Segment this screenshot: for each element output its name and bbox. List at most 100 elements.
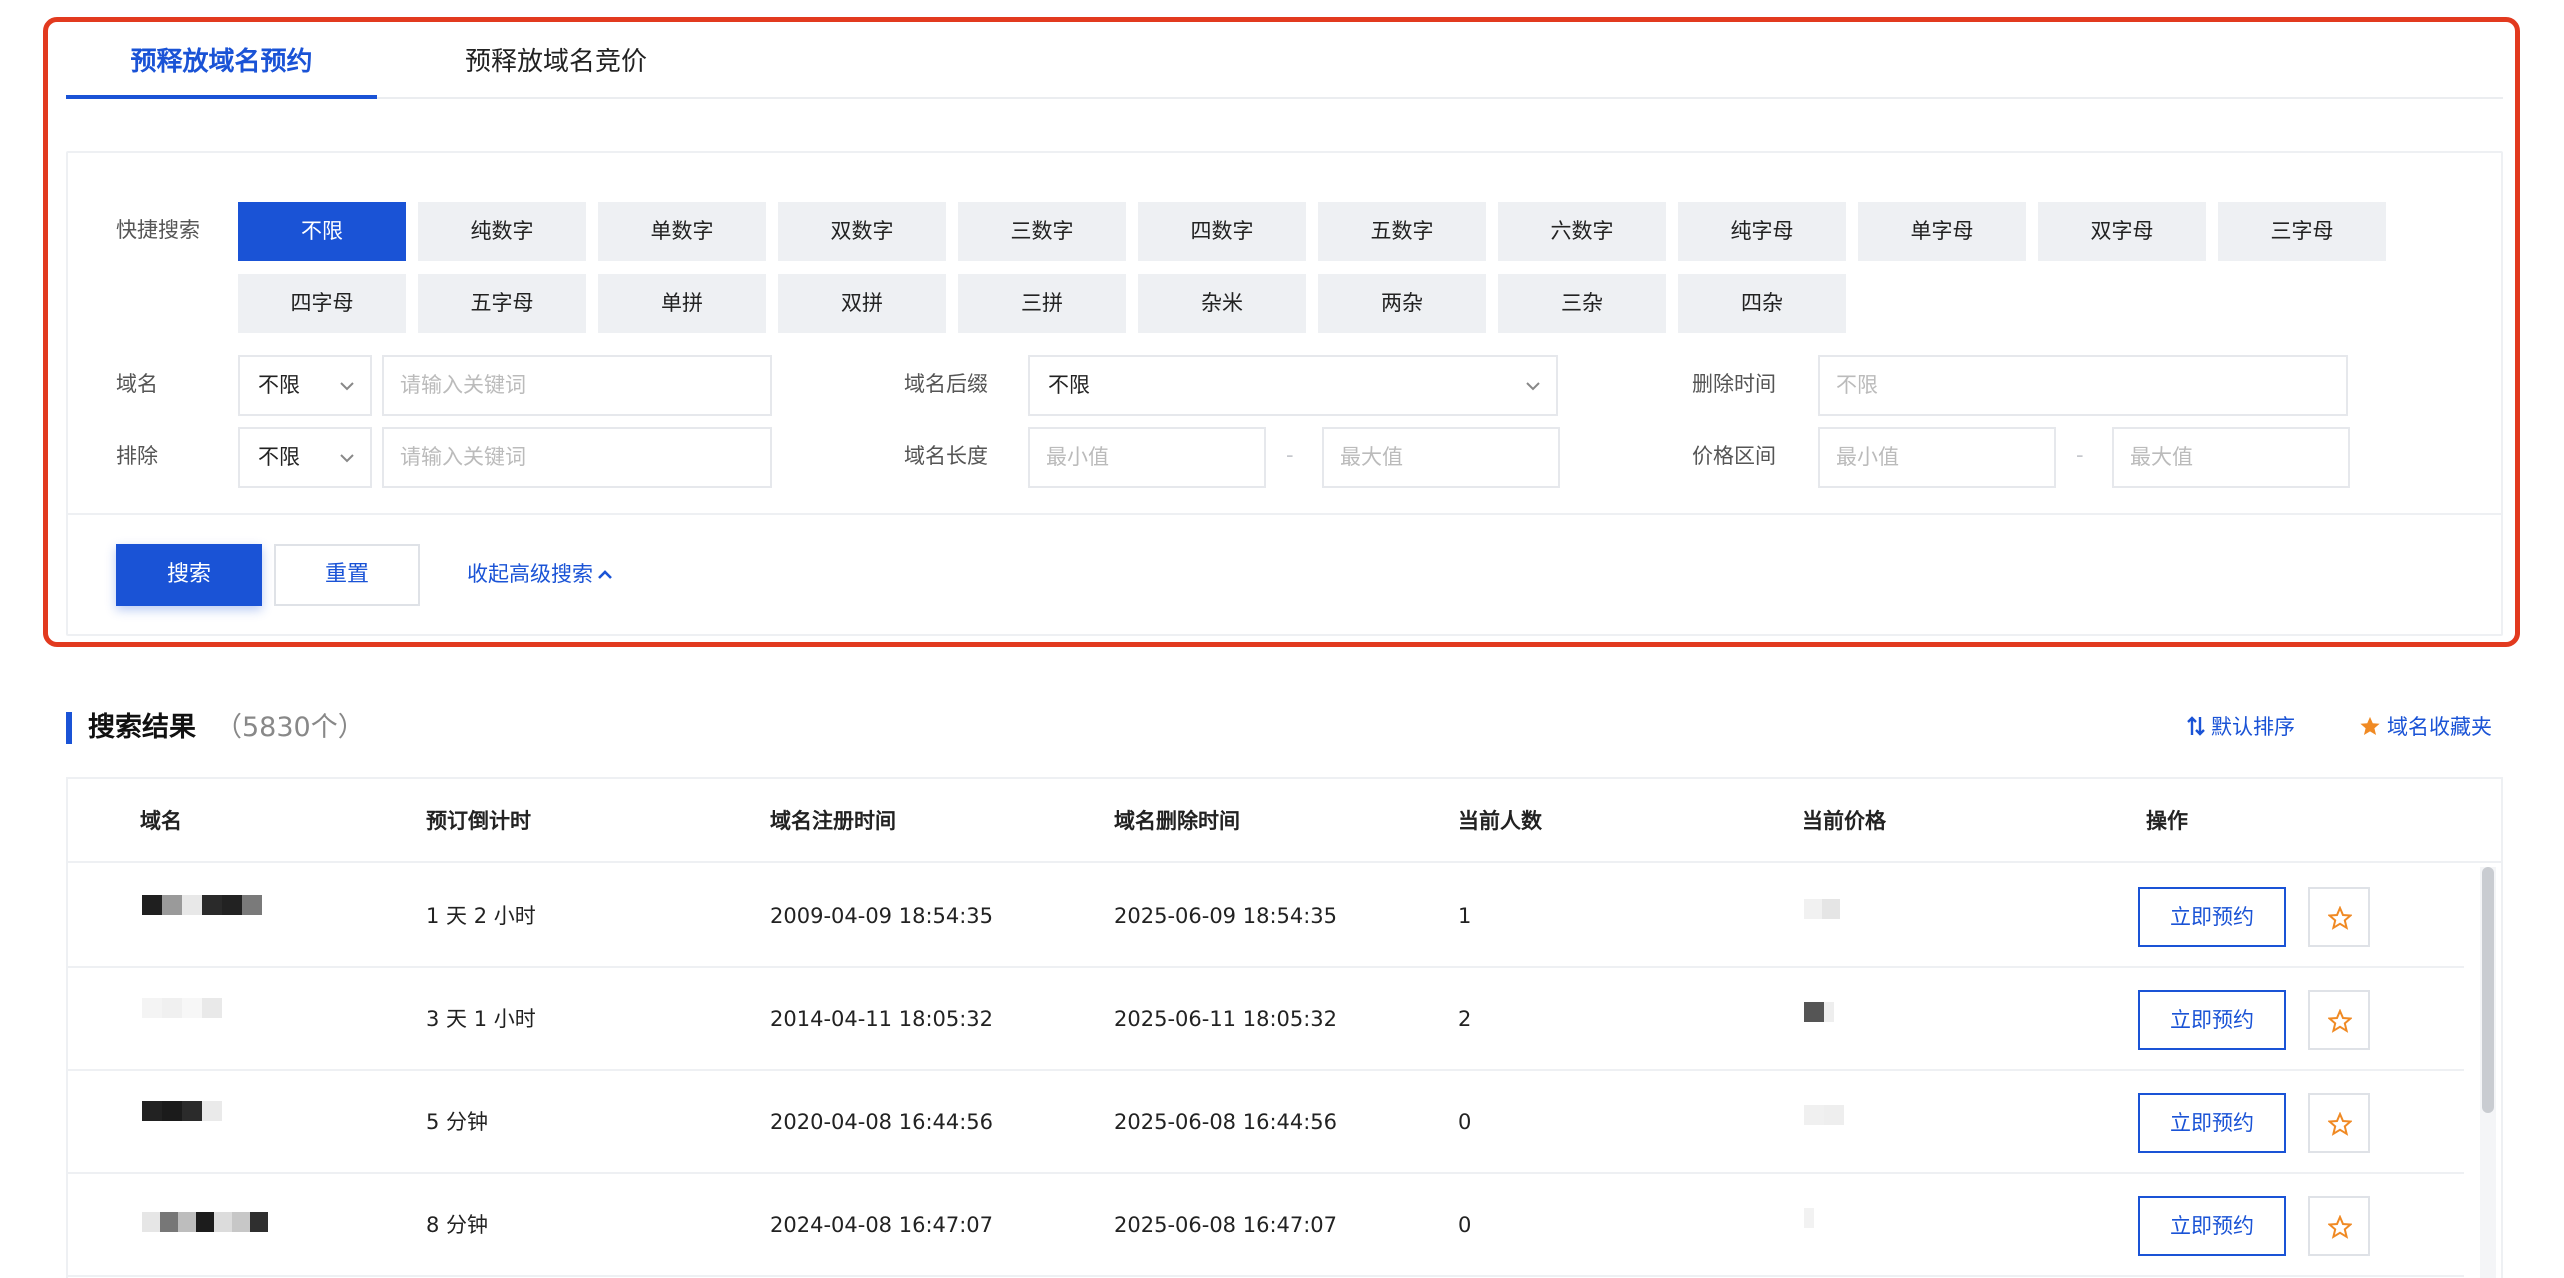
- domain-match-select[interactable]: 不限: [238, 355, 372, 416]
- chip-single-pinyin[interactable]: 单拼: [598, 274, 766, 333]
- column-header-registered: 域名注册时间: [770, 809, 896, 833]
- chip-three-letter[interactable]: 三字母: [2218, 202, 2386, 261]
- domain-redacted: [142, 895, 262, 915]
- chip-mixed[interactable]: 杂米: [1138, 274, 1306, 333]
- chip-pure-letters[interactable]: 纯字母: [1678, 202, 1846, 261]
- range-separator: -: [2076, 443, 2084, 467]
- results-count: （5830个）: [215, 712, 365, 743]
- length-min-input[interactable]: 最小值: [1028, 427, 1266, 488]
- exclude-label: 排除: [116, 444, 158, 468]
- chip-double-pinyin[interactable]: 双拼: [778, 274, 946, 333]
- price-max-input[interactable]: 最大值: [2112, 427, 2350, 488]
- favorite-button[interactable]: [2308, 1093, 2370, 1153]
- price-redacted: [1804, 1208, 1814, 1228]
- chip-triple-pinyin[interactable]: 三拼: [958, 274, 1126, 333]
- chevron-up-icon: [598, 570, 612, 579]
- reset-button[interactable]: 重置: [274, 544, 420, 606]
- column-header-price: 当前价格: [1802, 809, 1886, 833]
- table-row: 1 天 2 小时 2009-04-09 18:54:35 2025-06-09 …: [68, 865, 2464, 968]
- delete-time-picker[interactable]: 不限: [1818, 355, 2348, 416]
- table-row: 5 分钟 2020-04-08 16:44:56 2025-06-08 16:4…: [68, 1071, 2464, 1174]
- domain-redacted: [142, 998, 222, 1018]
- default-sort-button[interactable]: 默认排序: [2187, 712, 2295, 742]
- chip-single-letter[interactable]: 单字母: [1858, 202, 2026, 261]
- collapse-advanced-search-link[interactable]: 收起高级搜索: [467, 559, 613, 589]
- suffix-label: 域名后缀: [904, 372, 988, 396]
- exclude-match-select[interactable]: 不限: [238, 427, 372, 488]
- people-cell: 2: [1458, 1007, 1472, 1031]
- chip-double-letter[interactable]: 双字母: [2038, 202, 2206, 261]
- price-min-input[interactable]: 最小值: [1818, 427, 2056, 488]
- length-label: 域名长度: [904, 444, 988, 468]
- column-header-domain: 域名: [140, 809, 182, 833]
- chip-six-digit[interactable]: 六数字: [1498, 202, 1666, 261]
- tab-reservation[interactable]: 预释放域名预约: [66, 22, 377, 99]
- reserve-now-button[interactable]: 立即预约: [2138, 1093, 2286, 1153]
- column-header-actions: 操作: [2146, 809, 2188, 833]
- registered-cell: 2020-04-08 16:44:56: [770, 1110, 994, 1134]
- quick-search-label: 快捷搜索: [116, 218, 200, 242]
- chip-five-digit[interactable]: 五数字: [1318, 202, 1486, 261]
- table-scrollbar[interactable]: [2480, 867, 2496, 1278]
- filter-panel: 快捷搜索 不限 纯数字 单数字 双数字 三数字 四数字 五数字 六数字 纯字母 …: [66, 151, 2503, 636]
- domain-keyword-input[interactable]: 请输入关键词: [382, 355, 772, 416]
- people-cell: 1: [1458, 904, 1472, 928]
- reserve-now-button[interactable]: 立即预约: [2138, 990, 2286, 1050]
- star-outline-icon: [2328, 906, 2352, 930]
- results-table: 域名 预订倒计时 域名注册时间 域名删除时间 当前人数 当前价格 操作 1 天 …: [66, 777, 2503, 1278]
- registered-cell: 2014-04-11 18:05:32: [770, 1007, 994, 1031]
- chip-three-mixed[interactable]: 三杂: [1498, 274, 1666, 333]
- domain-label: 域名: [116, 372, 158, 396]
- chip-four-digit[interactable]: 四数字: [1138, 202, 1306, 261]
- chip-double-digit[interactable]: 双数字: [778, 202, 946, 261]
- suffix-select[interactable]: 不限: [1028, 355, 1558, 416]
- exclude-match-value: 不限: [258, 445, 300, 469]
- chevron-down-icon: [340, 454, 354, 463]
- search-button[interactable]: 搜索: [116, 544, 262, 606]
- favorite-button[interactable]: [2308, 887, 2370, 947]
- exclude-keyword-input[interactable]: 请输入关键词: [382, 427, 772, 488]
- suffix-value: 不限: [1048, 373, 1090, 397]
- reserve-now-button[interactable]: 立即预约: [2138, 1196, 2286, 1256]
- favorites-label: 域名收藏夹: [2387, 715, 2492, 739]
- sort-label: 默认排序: [2211, 715, 2295, 739]
- favorite-button[interactable]: [2308, 1196, 2370, 1256]
- deleted-cell: 2025-06-08 16:44:56: [1114, 1110, 1338, 1134]
- chevron-down-icon: [1526, 382, 1540, 391]
- chip-three-digit[interactable]: 三数字: [958, 202, 1126, 261]
- column-header-people: 当前人数: [1458, 809, 1542, 833]
- chevron-down-icon: [340, 382, 354, 391]
- chip-single-digit[interactable]: 单数字: [598, 202, 766, 261]
- favorite-button[interactable]: [2308, 990, 2370, 1050]
- chip-pure-digits[interactable]: 纯数字: [418, 202, 586, 261]
- chip-four-letter[interactable]: 四字母: [238, 274, 406, 333]
- results-title: 搜索结果: [88, 712, 196, 743]
- price-redacted: [1804, 1002, 1834, 1022]
- chip-five-letter[interactable]: 五字母: [418, 274, 586, 333]
- reserve-now-button[interactable]: 立即预约: [2138, 887, 2286, 947]
- domain-redacted: [142, 1101, 222, 1121]
- collapse-label: 收起高级搜索: [467, 562, 593, 586]
- registered-cell: 2009-04-09 18:54:35: [770, 904, 994, 928]
- column-header-countdown: 预订倒计时: [426, 809, 531, 833]
- countdown-cell: 8 分钟: [426, 1213, 489, 1237]
- tab-bidding[interactable]: 预释放域名竞价: [426, 22, 686, 99]
- panel-divider: [68, 513, 2501, 515]
- tab-bar: 预释放域名预约 预释放域名竞价: [66, 22, 2503, 99]
- countdown-cell: 5 分钟: [426, 1110, 489, 1134]
- length-max-input[interactable]: 最大值: [1322, 427, 1560, 488]
- range-separator: -: [1286, 443, 1294, 467]
- section-accent-bar: [66, 712, 72, 744]
- countdown-cell: 1 天 2 小时: [426, 904, 536, 928]
- domain-favorites-button[interactable]: 域名收藏夹: [2359, 712, 2492, 742]
- chip-four-mixed[interactable]: 四杂: [1678, 274, 1846, 333]
- star-outline-icon: [2328, 1009, 2352, 1033]
- deleted-cell: 2025-06-08 16:47:07: [1114, 1213, 1338, 1237]
- chip-unlimited[interactable]: 不限: [238, 202, 406, 261]
- scrollbar-thumb[interactable]: [2482, 867, 2494, 1113]
- price-redacted: [1804, 899, 1840, 919]
- sort-icon: [2187, 716, 2205, 736]
- table-header: 域名 预订倒计时 域名注册时间 域名删除时间 当前人数 当前价格 操作: [68, 779, 2501, 863]
- chip-two-mixed[interactable]: 两杂: [1318, 274, 1486, 333]
- domain-redacted: [142, 1212, 268, 1232]
